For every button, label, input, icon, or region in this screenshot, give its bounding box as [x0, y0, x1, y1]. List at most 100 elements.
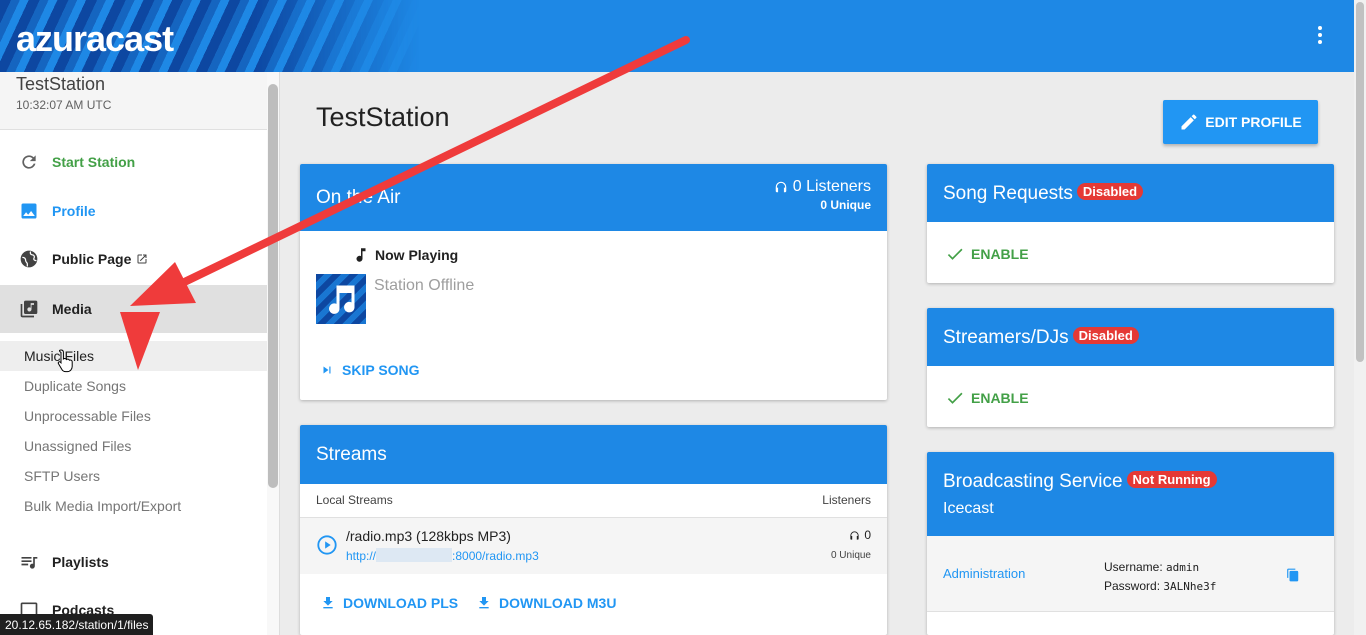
username-label: Username:: [1104, 560, 1163, 574]
col-local-streams: Local Streams: [316, 493, 393, 507]
edit-profile-button[interactable]: EDIT PROFILE: [1163, 100, 1318, 144]
more-vert-icon[interactable]: [1310, 24, 1330, 48]
headphones-icon: [850, 530, 859, 540]
broadcasting-title: Broadcasting Service: [943, 471, 1123, 492]
credentials: Username: admin Password: 3ALNhe3f: [1104, 558, 1216, 596]
song-requests-card: Song Requests Disabled ENABLE: [927, 164, 1334, 283]
check-icon: [947, 248, 963, 260]
library-music-icon: [18, 298, 40, 320]
table-row: /radio.mp3 (128kbps MP3) http:// :8000/ra…: [300, 518, 887, 574]
sidebar-item-label: Profile: [52, 203, 96, 219]
broadcasting-header: Broadcasting Service Not Running Icecast: [927, 452, 1334, 536]
stream-name: /radio.mp3 (128kbps MP3): [346, 528, 511, 544]
skip-song-label: SKIP SONG: [342, 362, 420, 378]
sidebar-subitem-bulk-import-export[interactable]: Bulk Media Import/Export: [0, 491, 267, 521]
on-the-air-card: On the Air 0 Listeners 0 Unique Now Play…: [300, 164, 887, 400]
station-status: Station Offline: [374, 277, 475, 294]
download-m3u-button[interactable]: DOWNLOAD M3U: [476, 595, 616, 611]
playlist-icon: [18, 551, 40, 573]
sidebar: TestStation 10:32:07 AM UTC Start Statio…: [0, 72, 280, 635]
password-label: Password:: [1104, 579, 1161, 593]
play-circle-icon[interactable]: [316, 534, 338, 556]
music-note-icon: [356, 248, 366, 262]
enable-label: ENABLE: [971, 246, 1029, 262]
music-note-icon: [329, 285, 355, 314]
streamers-title: Streamers/DJs: [943, 327, 1069, 348]
streams-card: Streams Local Streams Listeners /radio.m…: [300, 425, 887, 635]
download-m3u-label: DOWNLOAD M3U: [499, 595, 617, 611]
refresh-icon: [18, 151, 40, 173]
redacted-host: [376, 548, 453, 562]
administration-link[interactable]: Administration: [943, 566, 1025, 581]
status-badge: Disabled: [1076, 183, 1144, 200]
download-icon: [479, 597, 489, 609]
now-playing-label: Now Playing: [352, 245, 458, 265]
listeners-count: 0 Listeners: [792, 178, 871, 195]
streamers-card: Streamers/DJs Disabled ENABLE: [927, 308, 1334, 427]
stream-url-link[interactable]: http:// :8000/radio.mp3: [346, 548, 539, 563]
sidebar-subitem-duplicate-songs[interactable]: Duplicate Songs: [0, 371, 267, 401]
now-playing-text: Now Playing: [375, 247, 459, 263]
sidebar-item-public-page[interactable]: Public Page: [0, 235, 267, 283]
enable-label: ENABLE: [971, 390, 1029, 406]
col-listeners: Listeners: [822, 493, 871, 507]
username-value: admin: [1166, 561, 1200, 574]
sidebar-scrollbar-thumb[interactable]: [268, 84, 278, 488]
listeners-summary: 0 Listeners 0 Unique: [774, 178, 871, 212]
stream-url-prefix: http://: [346, 549, 377, 563]
page-scrollbar-thumb[interactable]: [1356, 2, 1364, 362]
sidebar-subitem-music-files[interactable]: Music Files: [0, 341, 267, 371]
azuracast-logo[interactable]: azuracast: [16, 18, 174, 60]
copy-icon[interactable]: [1286, 568, 1300, 582]
station-header: TestStation 10:32:07 AM UTC: [0, 72, 279, 130]
streamers-header: Streamers/DJs Disabled: [927, 308, 1334, 366]
download-pls-button[interactable]: DOWNLOAD PLS: [320, 595, 458, 611]
headphones-icon: [775, 181, 786, 193]
sidebar-item-profile[interactable]: Profile: [0, 187, 267, 235]
stream-url-suffix: :8000/radio.mp3: [452, 549, 539, 563]
table-row: Administration Username: admin Password:…: [927, 536, 1334, 612]
page-scrollbar[interactable]: [1354, 0, 1366, 635]
album-art: [316, 274, 366, 324]
edit-profile-label: EDIT PROFILE: [1205, 114, 1302, 130]
download-pls-label: DOWNLOAD PLS: [343, 595, 459, 611]
sidebar-subitem-unassigned-files[interactable]: Unassigned Files: [0, 431, 267, 461]
unique-count: 0 Unique: [820, 198, 871, 212]
download-icon: [323, 597, 333, 609]
streams-table-header: Local Streams Listeners: [300, 484, 887, 518]
broadcasting-title-row: Broadcasting Service Not Running: [943, 471, 1217, 493]
song-requests-title-row: Song Requests Disabled: [943, 183, 1144, 205]
sidebar-subitem-sftp-users[interactable]: SFTP Users: [0, 461, 267, 491]
sidebar-item-media[interactable]: Media: [0, 285, 267, 333]
skip-song-button[interactable]: SKIP SONG: [320, 362, 420, 378]
stream-listener-count: 0: [864, 528, 871, 542]
status-badge: Not Running: [1126, 471, 1217, 488]
song-requests-title: Song Requests: [943, 183, 1073, 204]
enable-streamers-button[interactable]: ENABLE: [945, 388, 1029, 408]
password-value: 3ALNhe3f: [1163, 580, 1217, 593]
on-the-air-title: On the Air: [316, 187, 401, 208]
sidebar-item-label: Public Page: [52, 251, 132, 267]
station-name: TestStation: [16, 74, 106, 94]
check-icon: [947, 392, 963, 404]
song-requests-header: Song Requests Disabled: [927, 164, 1334, 222]
sidebar-item-label: Playlists: [52, 554, 109, 570]
status-badge: Disabled: [1072, 327, 1139, 344]
on-the-air-header: On the Air 0 Listeners 0 Unique: [300, 164, 887, 231]
sidebar-subitem-unprocessable-files[interactable]: Unprocessable Files: [0, 401, 267, 431]
stream-listeners: 0: [849, 528, 871, 542]
globe-icon: [18, 248, 40, 270]
sidebar-scrollbar[interactable]: [267, 72, 279, 635]
sidebar-item-start-station[interactable]: Start Station: [0, 138, 267, 186]
external-link-icon: [136, 253, 148, 265]
streams-title: Streams: [316, 444, 387, 465]
enable-song-requests-button[interactable]: ENABLE: [945, 244, 1029, 264]
sidebar-item-playlists[interactable]: Playlists: [0, 538, 267, 586]
streamers-title-row: Streamers/DJs Disabled: [943, 327, 1139, 349]
sidebar-item-label: Media: [52, 301, 92, 317]
station-time: 10:32:07 AM UTC: [16, 98, 112, 112]
stream-unique: 0 Unique: [830, 550, 871, 561]
streams-header: Streams: [300, 425, 887, 484]
broadcasting-service-name: Icecast: [943, 500, 994, 517]
sidebar-item-label: Start Station: [52, 154, 136, 170]
